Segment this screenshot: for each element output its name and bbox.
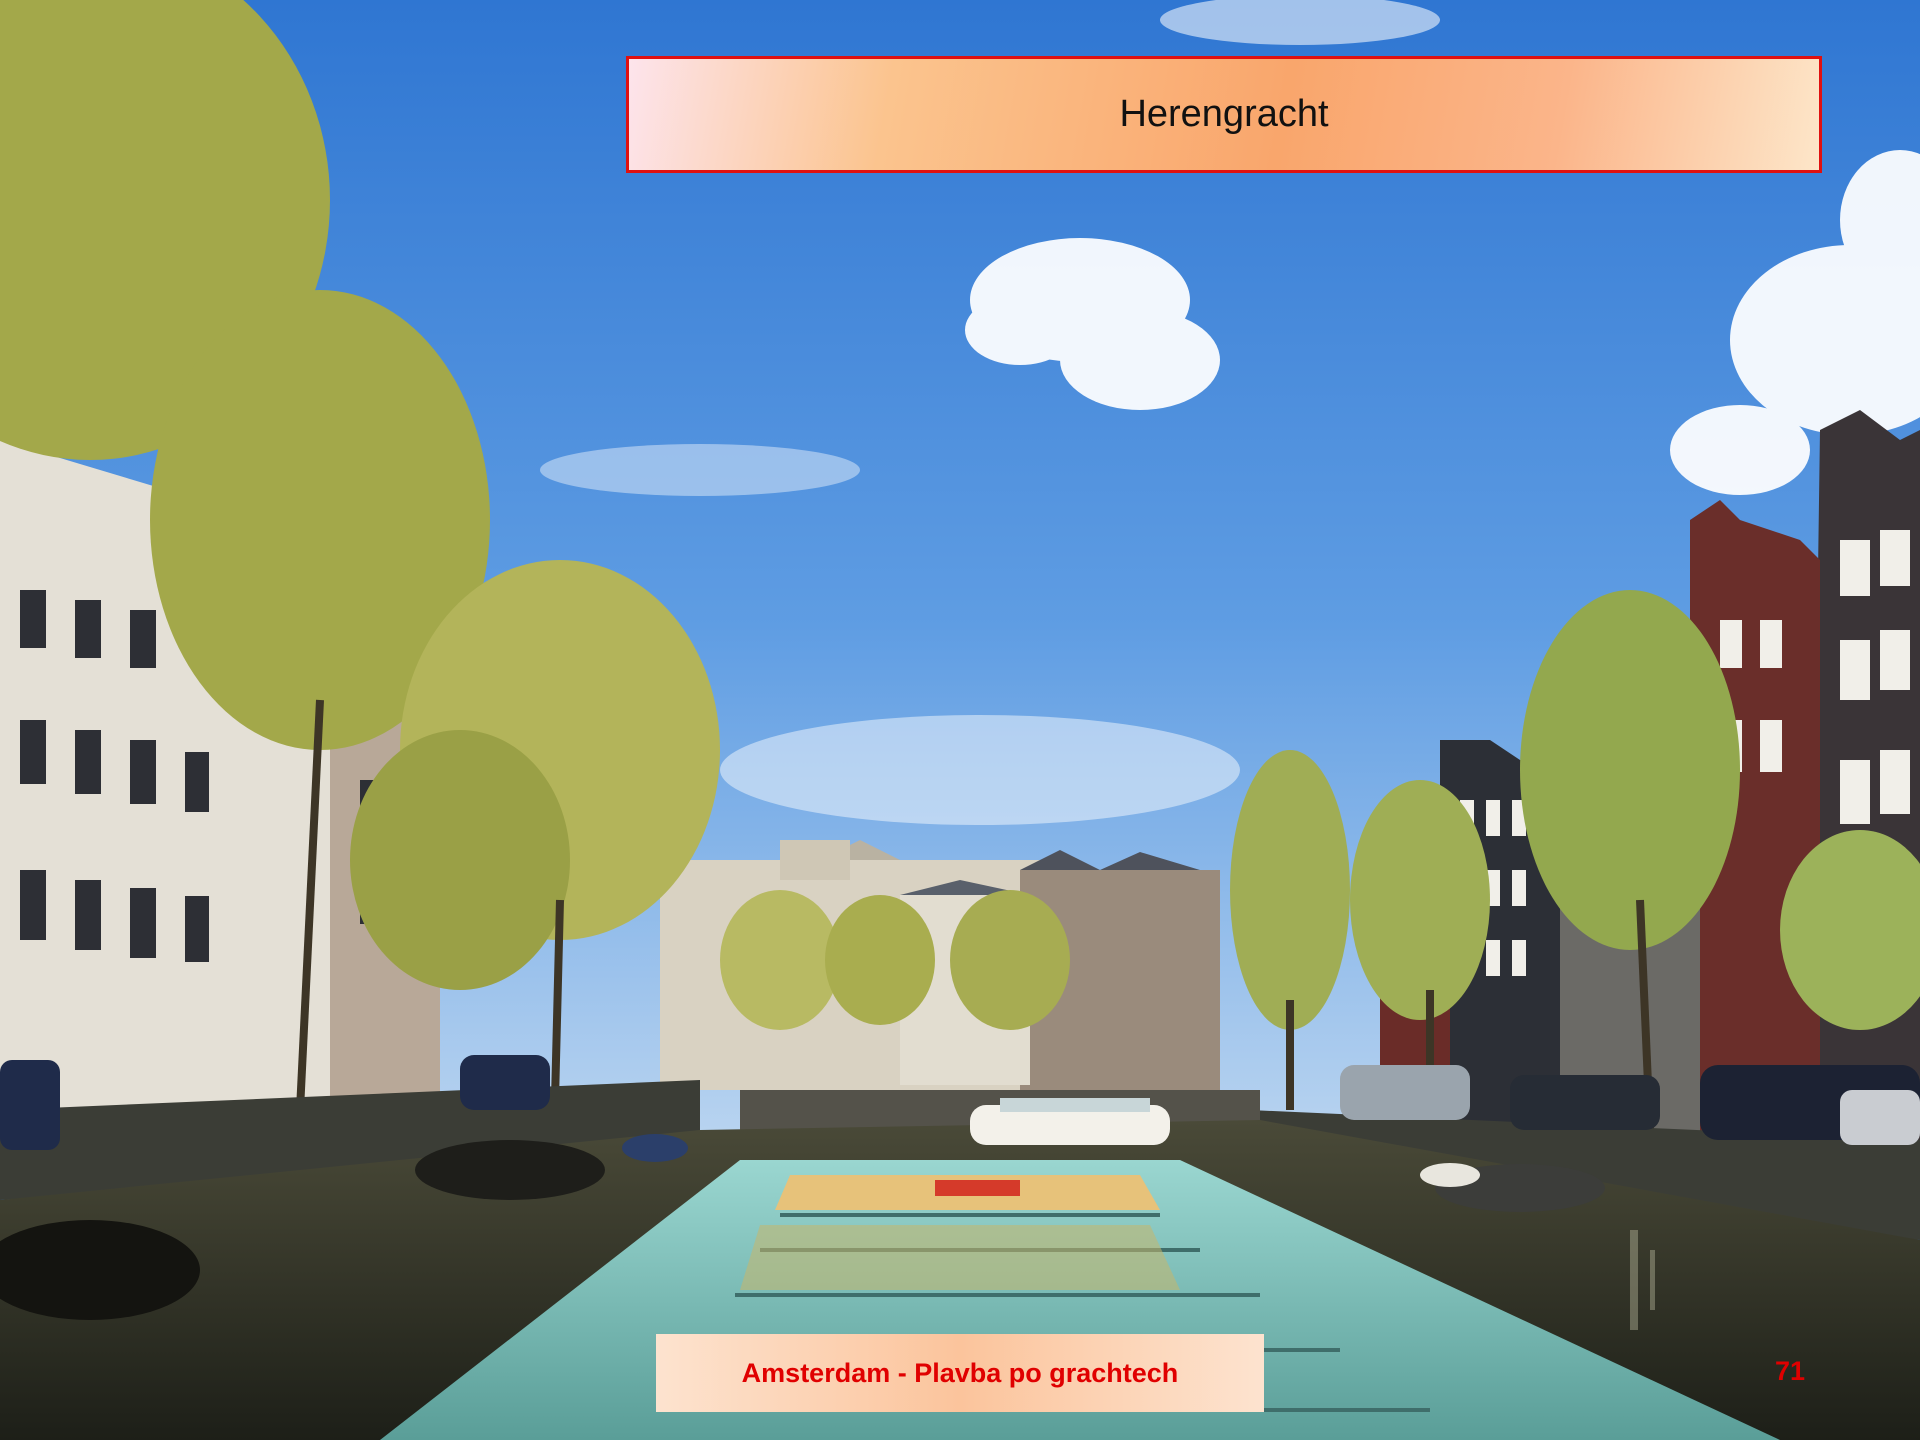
footer-banner: Amsterdam - Plavba po grachtech — [656, 1334, 1264, 1412]
slide: Herengracht Amsterdam - Plavba po gracht… — [0, 0, 1920, 1440]
page-number: 71 — [1774, 1356, 1806, 1386]
slide-title: Herengracht — [1119, 93, 1329, 135]
footer-text: Amsterdam - Plavba po grachtech — [741, 1357, 1179, 1388]
slide-title-banner: Herengracht — [626, 56, 1822, 173]
canal-photo — [0, 0, 1920, 1440]
